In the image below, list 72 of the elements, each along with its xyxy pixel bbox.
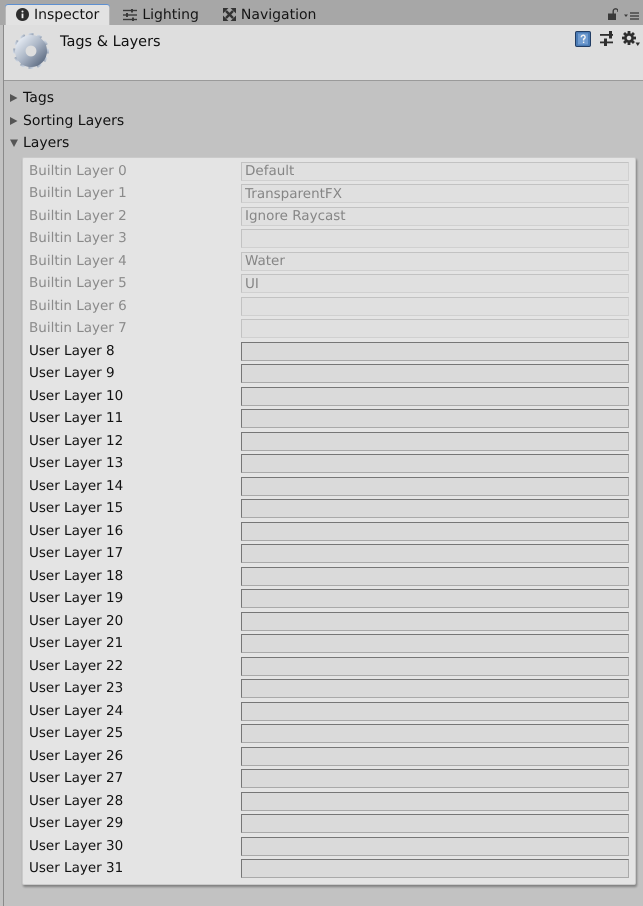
layer-label: User Layer 17 (29, 547, 124, 560)
layer-label: User Layer 18 (29, 570, 124, 583)
layer-label: User Layer 29 (29, 817, 124, 830)
layer-label: User Layer 12 (29, 434, 124, 448)
layer-label: User Layer 19 (29, 592, 124, 606)
layer-label: User Layer 13 (29, 457, 124, 470)
layer-label: User Layer 14 (29, 480, 124, 493)
layer-name-field[interactable] (241, 769, 629, 788)
layer-label: User Layer 26 (29, 750, 124, 763)
layer-label: User Layer 10 (29, 390, 124, 403)
layer-label: User Layer 8 (29, 344, 116, 358)
settings-icon[interactable] (622, 31, 640, 46)
sliders-icon[interactable] (600, 31, 613, 46)
layer-name-field[interactable] (241, 746, 629, 766)
lock-icon[interactable] (608, 8, 618, 20)
layer-name-field[interactable] (241, 634, 629, 654)
four-arrows-icon (222, 8, 236, 21)
layer-label: User Layer 24 (29, 704, 124, 718)
layer-label: Builtin Layer 3 (29, 232, 128, 246)
layer-label: Builtin Layer 5 (29, 277, 128, 290)
inspector-title: Tags & Layers (60, 34, 161, 51)
layer-label: User Layer 28 (29, 794, 124, 808)
layer-name-field[interactable] (241, 702, 629, 721)
layer-name-field[interactable] (241, 814, 629, 834)
layer-name-field[interactable] (241, 432, 629, 451)
layer-label: Builtin Layer 2 (29, 210, 128, 223)
layer-label: User Layer 30 (29, 840, 124, 853)
layer-name-field[interactable] (241, 589, 629, 608)
layer-label: User Layer 9 (29, 367, 116, 380)
layer-name-field[interactable] (241, 454, 629, 474)
layer-label: Builtin Layer 1 (29, 187, 128, 200)
layer-name-field[interactable] (241, 792, 629, 811)
tab[interactable]: Lighting (112, 4, 210, 25)
layer-name-field[interactable] (241, 724, 629, 744)
layer-name-field[interactable] (241, 364, 629, 384)
foldout-header[interactable]: Sorting Layers (4, 110, 124, 132)
layer-name-field[interactable] (241, 342, 629, 361)
layer-name-field[interactable] (241, 656, 629, 676)
foldout-header[interactable]: Layers (4, 132, 70, 154)
layer-label: Builtin Layer 7 (29, 322, 128, 336)
help-icon[interactable] (575, 31, 591, 47)
layer-name-field[interactable] (241, 566, 629, 586)
layer-label: Builtin Layer 6 (29, 300, 128, 313)
layer-name-field[interactable] (241, 859, 629, 878)
layer-name-field[interactable] (241, 522, 629, 541)
foldout-header[interactable]: Tags (4, 87, 54, 110)
tab[interactable]: Navigation (212, 4, 328, 25)
layer-label: User Layer 20 (29, 614, 124, 628)
layer-label: User Layer 15 (29, 502, 124, 516)
layer-label: User Layer 25 (29, 727, 124, 740)
layer-name-field[interactable] (241, 386, 629, 406)
layer-label: User Layer 31 (29, 862, 124, 876)
layer-name-field[interactable] (241, 836, 629, 856)
layer-name-field[interactable] (241, 679, 629, 698)
layer-label: User Layer 11 (29, 412, 124, 426)
layer-name-field[interactable] (241, 499, 629, 518)
layer-label: User Layer 21 (29, 637, 124, 650)
layer-label: User Layer 23 (29, 682, 124, 696)
menu-icon[interactable] (624, 12, 639, 20)
layer-label: User Layer 16 (29, 524, 124, 538)
layer-label: User Layer 27 (29, 772, 124, 786)
layer-name-field[interactable] (241, 409, 629, 428)
tab[interactable]: Inspector (5, 4, 110, 25)
gear-icon (12, 32, 50, 70)
layer-label: User Layer 22 (29, 660, 124, 673)
layer-name-field[interactable] (241, 476, 629, 496)
layer-label: Builtin Layer 0 (29, 164, 128, 178)
sliders-icon (123, 8, 138, 20)
layer-label: Builtin Layer 4 (29, 254, 128, 268)
info-icon (16, 8, 29, 21)
layer-name-field[interactable] (241, 544, 629, 564)
layer-name-field[interactable] (241, 612, 629, 631)
